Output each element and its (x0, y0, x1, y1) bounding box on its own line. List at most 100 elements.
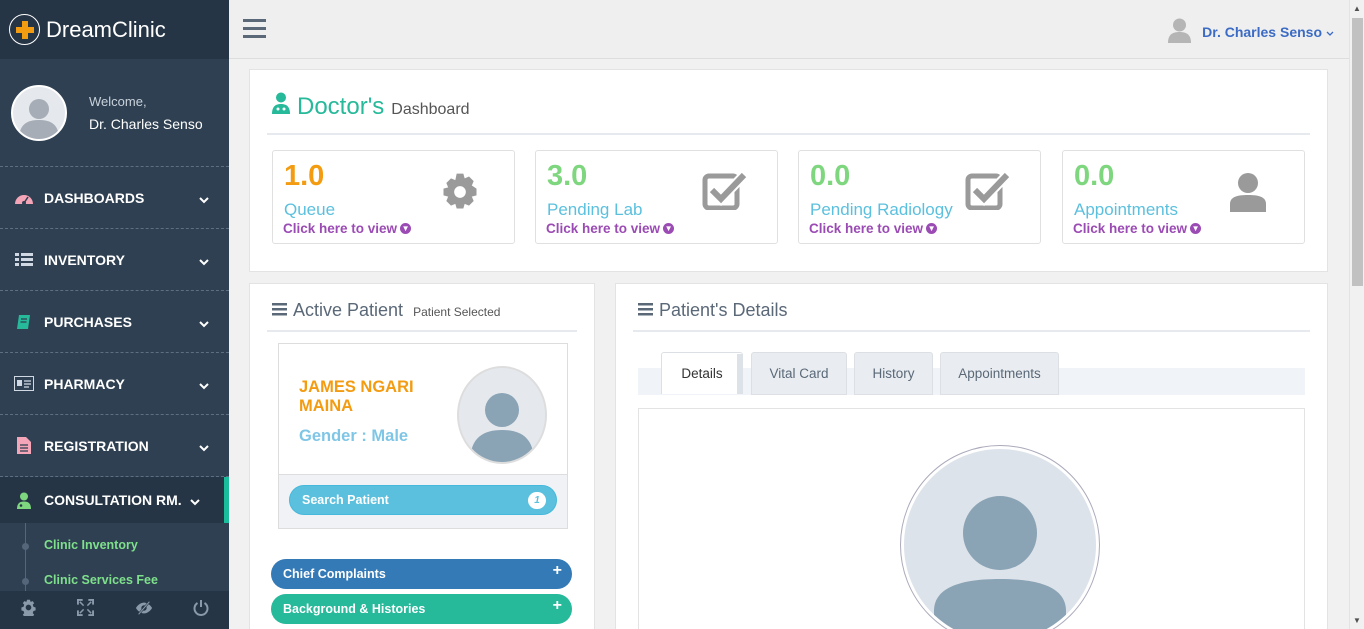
book-icon (13, 313, 35, 331)
tab-history[interactable]: History (854, 352, 933, 395)
chevron-down-icon (199, 377, 209, 393)
stat-link-text: Click here to view (283, 221, 398, 236)
scroll-down-arrow-icon[interactable]: ▼ (1353, 616, 1361, 625)
patient-card: JAMES NGARI MAINA Gender : Male Search P… (278, 343, 568, 529)
sidebar-item-registration[interactable]: REGISTRATION (0, 415, 229, 477)
user-menu-name: Dr. Charles Senso (1202, 23, 1322, 40)
stat-tile-pending-lab: 3.0 Pending Lab Click here to view ▼ (535, 150, 778, 244)
patient-photo (900, 445, 1100, 629)
sidebar-subitem-label: Clinic Services Fee (44, 572, 158, 587)
chevron-down-icon (1326, 24, 1334, 40)
sidebar-item-inventory[interactable]: INVENTORY (0, 229, 229, 291)
list-icon (638, 303, 653, 321)
list-icon (13, 251, 35, 269)
page-subtitle: Dashboard (391, 101, 470, 118)
sidebar-item-purchases[interactable]: PURCHASES (0, 291, 229, 353)
sidebar-subitem-label: Clinic Inventory (44, 537, 138, 552)
tab-appointments[interactable]: Appointments (940, 352, 1059, 395)
welcome-text: Welcome, (89, 93, 147, 109)
stat-label: Queue (284, 200, 336, 219)
stat-value: 0.0 (1074, 160, 1115, 192)
user-icon (1167, 17, 1192, 46)
sidebar-item-label: INVENTORY (44, 251, 125, 268)
tab-label: Details (681, 366, 723, 381)
stat-link-text: Click here to view (809, 221, 924, 236)
stat-value: 0.0 (810, 160, 851, 192)
patient-name: JAMES NGARI MAINA (299, 378, 414, 415)
stat-tile-appointments: 0.0 Appointments Click here to view ▼ (1062, 150, 1305, 244)
clinic-plus-icon (9, 14, 40, 45)
user-menu[interactable]: Dr. Charles Senso (1167, 17, 1334, 46)
user-icon (1229, 172, 1267, 217)
vertical-scrollbar[interactable]: ▲ ▼ (1349, 0, 1364, 629)
dashboard-icon (13, 189, 35, 207)
profile-name: Dr. Charles Senso (89, 115, 203, 132)
search-patient-button[interactable]: Search Patient 1 (289, 485, 557, 515)
fullscreen-icon[interactable] (77, 599, 95, 621)
stat-tile-pending-radiology: 0.0 Pending Radiology Click here to view… (798, 150, 1041, 244)
sidebar: DreamClinic Welcome, Dr. Charles Senso D… (0, 0, 229, 629)
patient-card-footer: Search Patient 1 (279, 474, 567, 528)
profile-block: Welcome, Dr. Charles Senso (0, 59, 229, 167)
id-card-icon (13, 375, 35, 393)
chevron-down-icon (190, 493, 200, 509)
stat-value: 3.0 (547, 160, 588, 192)
sidebar-item-dashboards[interactable]: DASHBOARDS (0, 167, 229, 229)
stat-label: Pending Radiology (810, 200, 953, 219)
sidebar-item-label: PHARMACY (44, 375, 125, 392)
stat-view-link[interactable]: Click here to view ▼ (809, 221, 938, 236)
checkbox-icon (965, 170, 1011, 215)
menu-toggle-icon[interactable] (243, 18, 266, 44)
divider (633, 330, 1310, 332)
patient-gender: Gender : Male (299, 427, 409, 445)
stat-value: 1.0 (284, 160, 325, 192)
tab-label: Appointments (958, 366, 1041, 381)
arrow-down-circle-icon: ▼ (663, 223, 675, 234)
sidebar-item-pharmacy[interactable]: PHARMACY (0, 353, 229, 415)
section-subtitle: Patient Selected (413, 305, 501, 319)
plus-icon: + (552, 597, 562, 614)
plus-icon: + (552, 562, 562, 579)
sidebar-item-label: CONSULTATION RM. (44, 492, 182, 508)
sidebar-subitem-clinic-inventory[interactable]: Clinic Inventory (0, 527, 229, 562)
tab-vital-card[interactable]: Vital Card (751, 352, 847, 395)
doctor-icon (271, 92, 291, 119)
sidebar-item-label: PURCHASES (44, 313, 132, 330)
checkbox-icon (702, 170, 748, 215)
chevron-down-icon (199, 315, 209, 331)
page-title: Doctor's (297, 93, 385, 120)
chevron-down-icon (199, 439, 209, 455)
stat-tile-queue: 1.0 Queue Click here to view ▼ (272, 150, 515, 244)
topbar: Dr. Charles Senso (229, 0, 1364, 59)
brand[interactable]: DreamClinic (0, 0, 229, 59)
power-icon[interactable] (193, 599, 209, 621)
arrow-down-circle-icon: ▼ (1190, 223, 1202, 234)
divider (267, 133, 1310, 135)
accordion-label: Background & Histories (283, 602, 426, 616)
stat-view-link[interactable]: Click here to view ▼ (1073, 221, 1202, 236)
accordion-label: Chief Complaints (283, 567, 386, 581)
stat-view-link[interactable]: Click here to view ▼ (283, 221, 412, 236)
chevron-down-icon (199, 191, 209, 207)
gear-icon[interactable] (20, 599, 37, 621)
details-content (638, 408, 1305, 629)
tab-label: Vital Card (769, 366, 829, 381)
sidebar-item-label: DASHBOARDS (44, 189, 145, 206)
active-patient-panel: Active Patient Patient Selected JAMES NG… (249, 283, 595, 629)
document-icon (13, 437, 35, 455)
gear-icon (440, 172, 480, 217)
stat-view-link[interactable]: Click here to view ▼ (546, 221, 675, 236)
scrollbar-thumb[interactable] (1352, 18, 1363, 286)
sidebar-item-label: REGISTRATION (44, 437, 149, 454)
list-icon (272, 303, 287, 321)
stat-label: Pending Lab (547, 200, 643, 219)
section-title: Active Patient (293, 300, 404, 320)
scroll-up-arrow-icon[interactable]: ▲ (1353, 4, 1361, 13)
section-title: Patient's Details (659, 300, 788, 320)
sidebar-item-consultation[interactable]: CONSULTATION RM. (0, 477, 229, 523)
chief-complaints-button[interactable]: Chief Complaints + (271, 559, 572, 589)
background-histories-button[interactable]: Background & Histories + (271, 594, 572, 624)
stat-link-text: Click here to view (546, 221, 661, 236)
eye-slash-icon[interactable] (135, 600, 153, 621)
tab-details[interactable]: Details (661, 352, 743, 394)
